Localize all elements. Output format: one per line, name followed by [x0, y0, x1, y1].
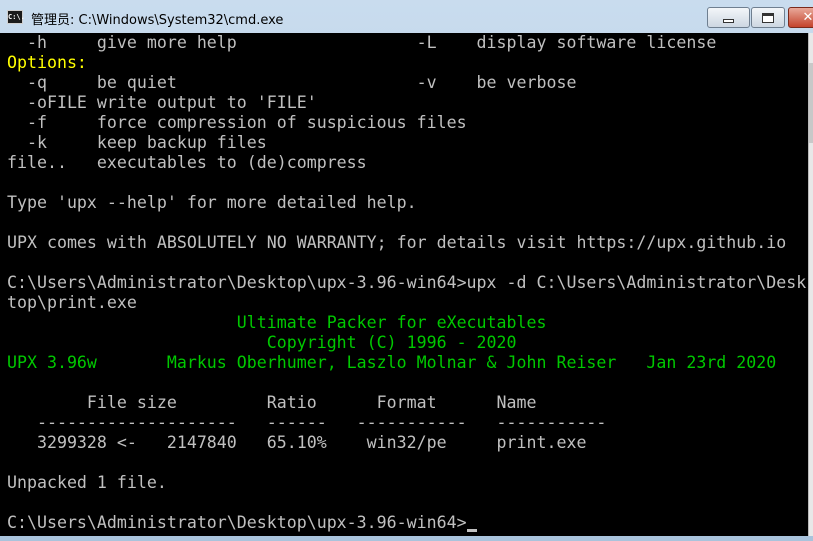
window-title: 管理员: C:\Windows\System32\cmd.exe: [31, 13, 284, 28]
cmd-app-icon[interactable]: C:\.: [7, 10, 25, 24]
console-line: UPX 3.96w Markus Oberhumer, Laszlo Molna…: [7, 353, 777, 372]
console-line: C:\Users\Administrator\Desktop\upx-3.96-…: [7, 273, 807, 292]
maximize-icon: [762, 12, 774, 23]
text-cursor: [466, 529, 477, 532]
cmd-window: C:\. 管理员: C:\Windows\System32\cmd.exe ✕ …: [0, 0, 813, 541]
close-icon: ✕: [802, 10, 813, 25]
console-line: UPX comes with ABSOLUTELY NO WARRANTY; f…: [7, 233, 787, 252]
console-line: Copyright (C) 1996 - 2020: [7, 333, 517, 352]
vertical-scrollbar[interactable]: [808, 33, 813, 536]
console-line: file.. executables to (de)compress: [7, 153, 367, 172]
title-bar[interactable]: C:\. 管理员: C:\Windows\System32\cmd.exe ✕: [0, 0, 813, 35]
console-line: Options:: [7, 53, 87, 72]
console-line: top\print.exe: [7, 293, 137, 312]
console-line: -k keep backup files: [7, 133, 267, 152]
console-line: File size Ratio Format Name: [7, 393, 537, 412]
console-line: Ultimate Packer for eXecutables: [7, 313, 547, 332]
close-button[interactable]: ✕: [788, 7, 813, 28]
command-prompt[interactable]: C:\Users\Administrator\Desktop\upx-3.96-…: [7, 513, 477, 533]
console-line: -oFILE write output to 'FILE': [7, 93, 317, 112]
console-line: Unpacked 1 file.: [7, 473, 167, 492]
console-line: -h give more help -L display software li…: [7, 33, 717, 52]
console-line: -------------------- ------ ----------- …: [7, 413, 607, 432]
console-line: -f force compression of suspicious files: [7, 113, 467, 132]
window-bottom-border: [0, 536, 813, 541]
scrollbar-thumb[interactable]: [809, 63, 813, 143]
minimize-icon: [723, 18, 734, 23]
minimize-button[interactable]: [707, 7, 750, 28]
console-line: Type 'upx --help' for more detailed help…: [7, 193, 417, 212]
console-output[interactable]: -h give more help -L display software li…: [0, 33, 808, 536]
console-line: 3299328 <- 2147840 65.10% win32/pe print…: [7, 433, 587, 452]
prompt-text: C:\Users\Administrator\Desktop\upx-3.96-…: [7, 513, 467, 532]
maximize-button[interactable]: [751, 7, 785, 28]
console-line: -q be quiet -v be verbose: [7, 73, 577, 92]
